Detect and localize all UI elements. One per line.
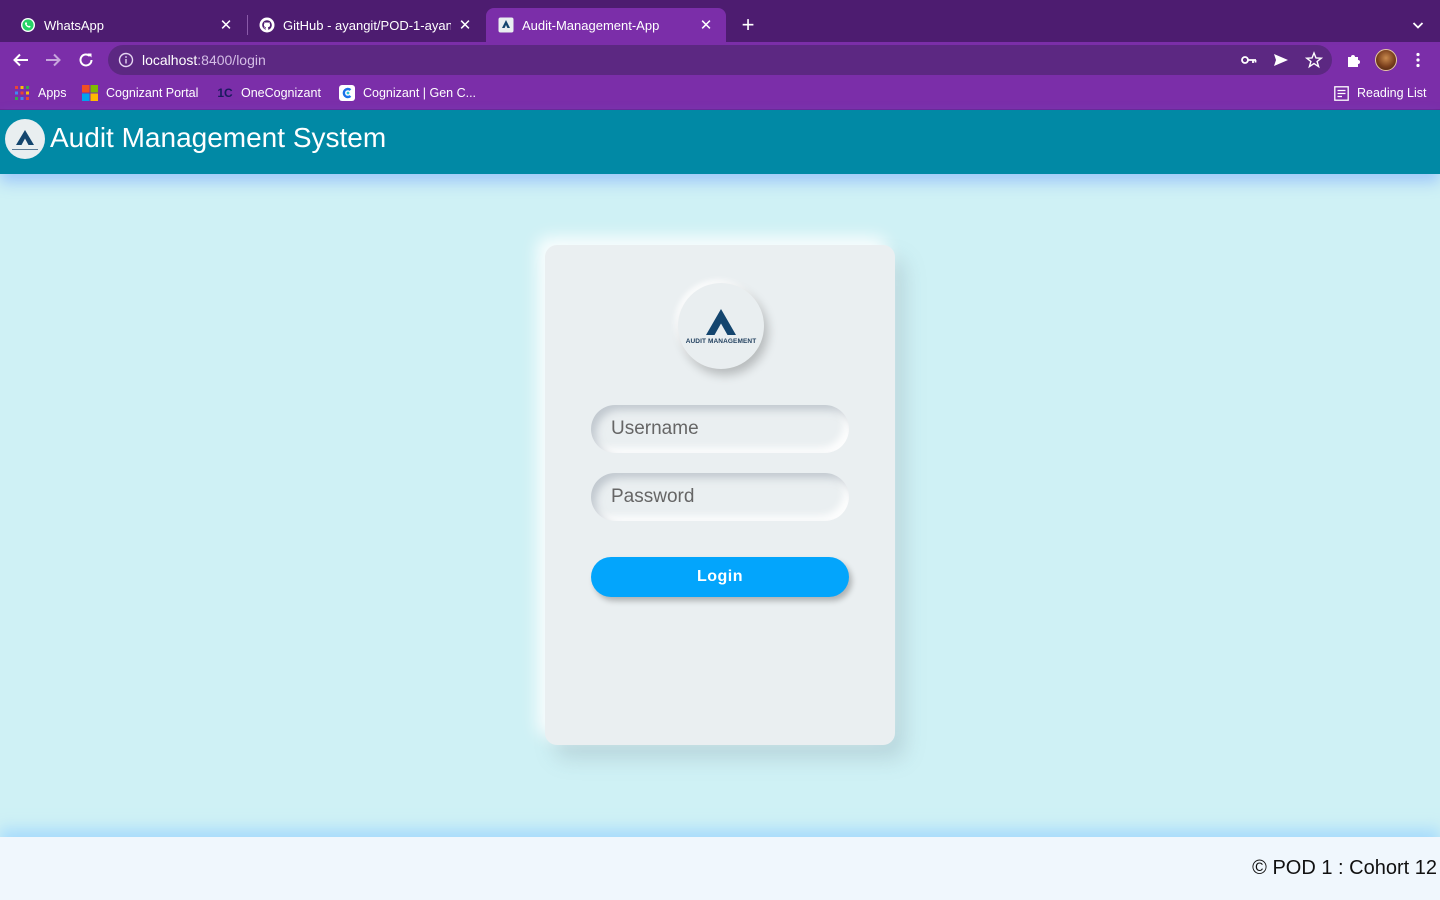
chevron-down-icon[interactable] (1406, 13, 1430, 37)
logo-text: AUDIT MANAGEMENT (685, 337, 757, 345)
apps-grid-icon (14, 85, 30, 101)
url-path: :8400/login (197, 52, 266, 68)
app-logo[interactable] (5, 119, 45, 159)
bookmark-cognizant-genc[interactable]: Cognizant | Gen C... (339, 85, 476, 101)
tab-title: GitHub - ayangit/POD-1-ayan- (283, 17, 451, 33)
bookmarks-bar: Apps Cognizant Portal 1C OneCognizant Co… (0, 78, 1440, 110)
bookmark-onecognizant[interactable]: 1C OneCognizant (217, 85, 321, 101)
audit-app-icon (498, 17, 514, 33)
footer-copyright: © POD 1 : Cohort 12 (1252, 857, 1437, 879)
windows-logo-icon (82, 85, 98, 101)
bookmark-label: Cognizant | Gen C... (363, 86, 477, 100)
password-input[interactable] (591, 473, 849, 521)
footer: © POD 1 : Cohort 12 (0, 837, 1440, 900)
close-icon[interactable]: ✕ (698, 17, 714, 34)
login-card: AUDIT MANAGEMENT Login (545, 245, 895, 745)
close-icon[interactable]: ✕ (457, 17, 473, 34)
cognizant-genc-icon (339, 85, 355, 101)
onecognizant-icon: 1C (217, 86, 233, 100)
tab-title: WhatsApp (44, 17, 104, 33)
address-bar[interactable]: localhost:8400/login (108, 45, 1332, 75)
tab-strip: WhatsApp ✕ GitHub - ayangit/POD-1-ayan- … (0, 0, 1440, 42)
url-text: localhost:8400/login (142, 52, 266, 68)
username-input[interactable] (591, 405, 849, 453)
avatar (1375, 49, 1397, 71)
login-button[interactable]: Login (591, 557, 849, 597)
tab-github[interactable]: GitHub - ayangit/POD-1-ayan- ✕ (247, 8, 485, 42)
bookmark-label: Cognizant Portal (106, 86, 199, 100)
send-icon[interactable] (1271, 50, 1291, 70)
new-tab-button[interactable]: + (736, 12, 760, 37)
reading-list-label: Reading List (1357, 86, 1427, 100)
logo-text-line (12, 148, 38, 150)
bookmark-cognizant-portal[interactable]: Cognizant Portal (82, 85, 198, 101)
reload-icon[interactable] (74, 48, 98, 72)
browser-toolbar: localhost:8400/login (0, 42, 1440, 78)
url-host: localhost (142, 52, 198, 68)
page-title: Audit Management System (50, 122, 387, 153)
github-icon (259, 17, 275, 33)
whatsapp-icon (20, 17, 36, 33)
extensions-puzzle-icon[interactable] (1342, 48, 1366, 72)
bookmark-label: Apps (38, 86, 67, 100)
key-icon[interactable] (1239, 50, 1259, 70)
close-icon[interactable]: ✕ (218, 17, 234, 34)
info-icon[interactable] (118, 52, 134, 68)
app-header: Audit Management System (0, 110, 1440, 174)
bookmark-label: OneCognizant (241, 86, 321, 100)
star-icon[interactable] (1304, 50, 1324, 70)
tab-audit-management-app[interactable]: Audit-Management-App ✕ (486, 8, 726, 42)
card-logo: AUDIT MANAGEMENT (678, 283, 764, 369)
bookmark-apps[interactable]: Apps (14, 85, 67, 101)
tab-whatsapp[interactable]: WhatsApp ✕ (8, 8, 246, 42)
forward-arrow-icon[interactable] (41, 48, 65, 72)
profile-avatar[interactable] (1374, 48, 1398, 72)
reading-list-icon (1333, 85, 1349, 101)
tab-title: Audit-Management-App (522, 17, 660, 33)
back-arrow-icon[interactable] (9, 48, 33, 72)
reading-list-button[interactable]: Reading List (1333, 85, 1427, 101)
audit-logo-icon (706, 308, 736, 335)
audit-logo-icon (16, 129, 34, 145)
more-vert-icon[interactable] (1406, 48, 1430, 72)
